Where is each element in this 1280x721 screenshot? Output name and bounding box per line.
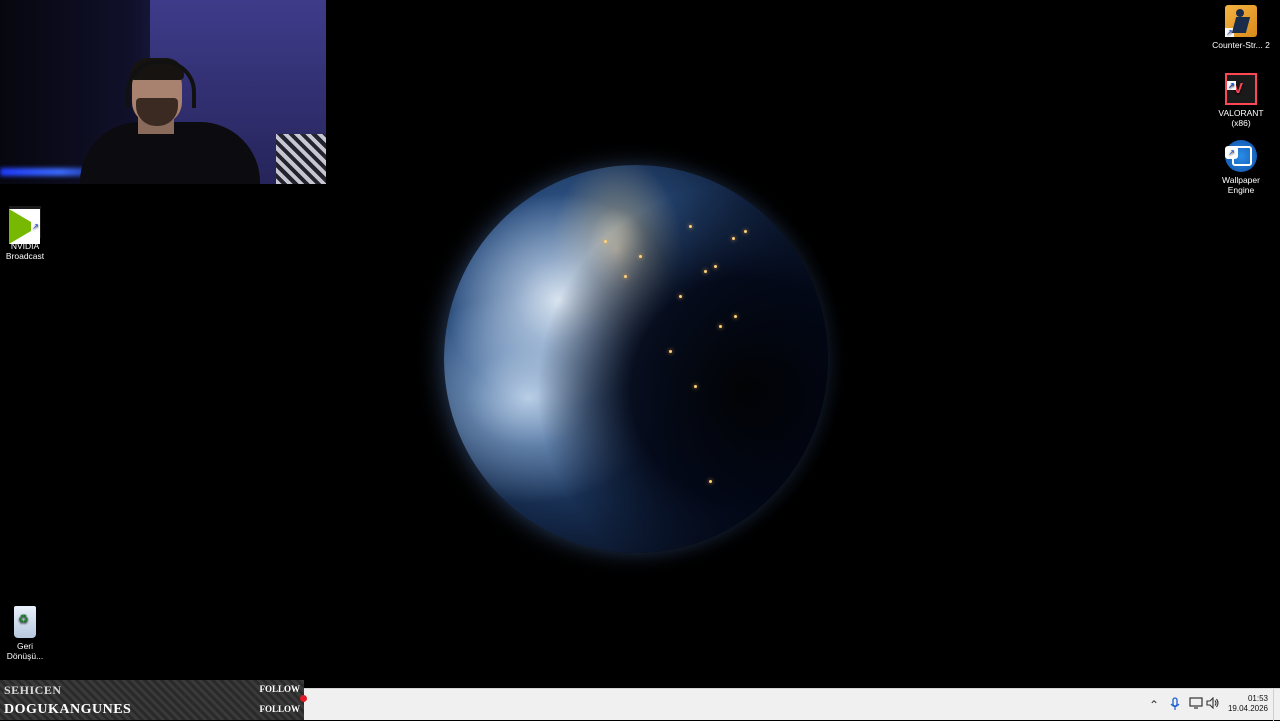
follow-alert-overlay: SEHICEN FOLLOW DOGUKANGUNES FOLLOW <box>0 680 304 720</box>
webcam-overlay <box>0 0 326 184</box>
system-clock[interactable]: 01:53 19.04.2026 <box>1228 694 1268 714</box>
valorant-icon: V ↗ <box>1225 73 1257 105</box>
desktop-icon-wallpaper-engine[interactable]: ↗ Wallpaper Engine <box>1211 140 1271 195</box>
show-desktop-button[interactable] <box>1273 689 1280 721</box>
desktop-icon-nvidia-broadcast[interactable]: ↗ NVIDIA Broadcast <box>0 206 55 261</box>
counter-strike-icon: ↗ <box>1225 5 1257 37</box>
nvidia-broadcast-icon: ↗ <box>9 206 41 244</box>
display-icon[interactable] <box>1188 697 1204 713</box>
follow-alert-row: SEHICEN FOLLOW <box>0 680 304 700</box>
desktop-icon-label-line1: Wallpaper <box>1222 175 1260 185</box>
earth-wallpaper <box>444 165 828 553</box>
desktop-icon-valorant[interactable]: V ↗ VALORANT (x86) <box>1211 73 1271 128</box>
desktop[interactable]: ↗ Counter-Str... 2 V ↗ VALORANT (x86) ↗ W… <box>0 0 1280 688</box>
speaker-icon[interactable] <box>1205 696 1221 713</box>
desktop-icon-label-line1: Geri <box>16 641 34 651</box>
clock-date: 19.04.2026 <box>1227 704 1268 713</box>
chevron-up-icon[interactable]: ⌃ <box>1146 697 1162 713</box>
microphone-icon[interactable] <box>1167 697 1183 713</box>
recycle-bin-icon: ♻ <box>14 606 36 638</box>
desktop-icon-label-line1: VALORANT <box>1218 108 1264 118</box>
desktop-icon-label: Counter-Str... 2 <box>1212 40 1270 50</box>
clock-time: 01:53 <box>1247 694 1268 703</box>
follow-label: FOLLOW <box>259 704 300 714</box>
desktop-icon-recycle-bin[interactable]: ♻ Geri Dönüşü... <box>0 606 55 661</box>
live-indicator-icon <box>300 695 307 702</box>
follower-name: DOGUKANGUNES <box>4 702 132 717</box>
wallpaper-engine-icon: ↗ <box>1225 140 1257 172</box>
desktop-icon-label-line2: (x86) <box>1231 118 1251 128</box>
follower-name: SEHICEN <box>4 683 62 697</box>
follow-alert-row: DOGUKANGUNES FOLLOW <box>0 700 304 720</box>
desktop-icon-label-line2: Broadcast <box>5 251 45 261</box>
desktop-icon-label-line2: Engine <box>1227 185 1255 195</box>
follow-label: FOLLOW <box>259 684 300 694</box>
desktop-icon-counter-strike-2[interactable]: ↗ Counter-Str... 2 <box>1211 5 1271 50</box>
desktop-icon-label-line2: Dönüşü... <box>6 651 44 661</box>
